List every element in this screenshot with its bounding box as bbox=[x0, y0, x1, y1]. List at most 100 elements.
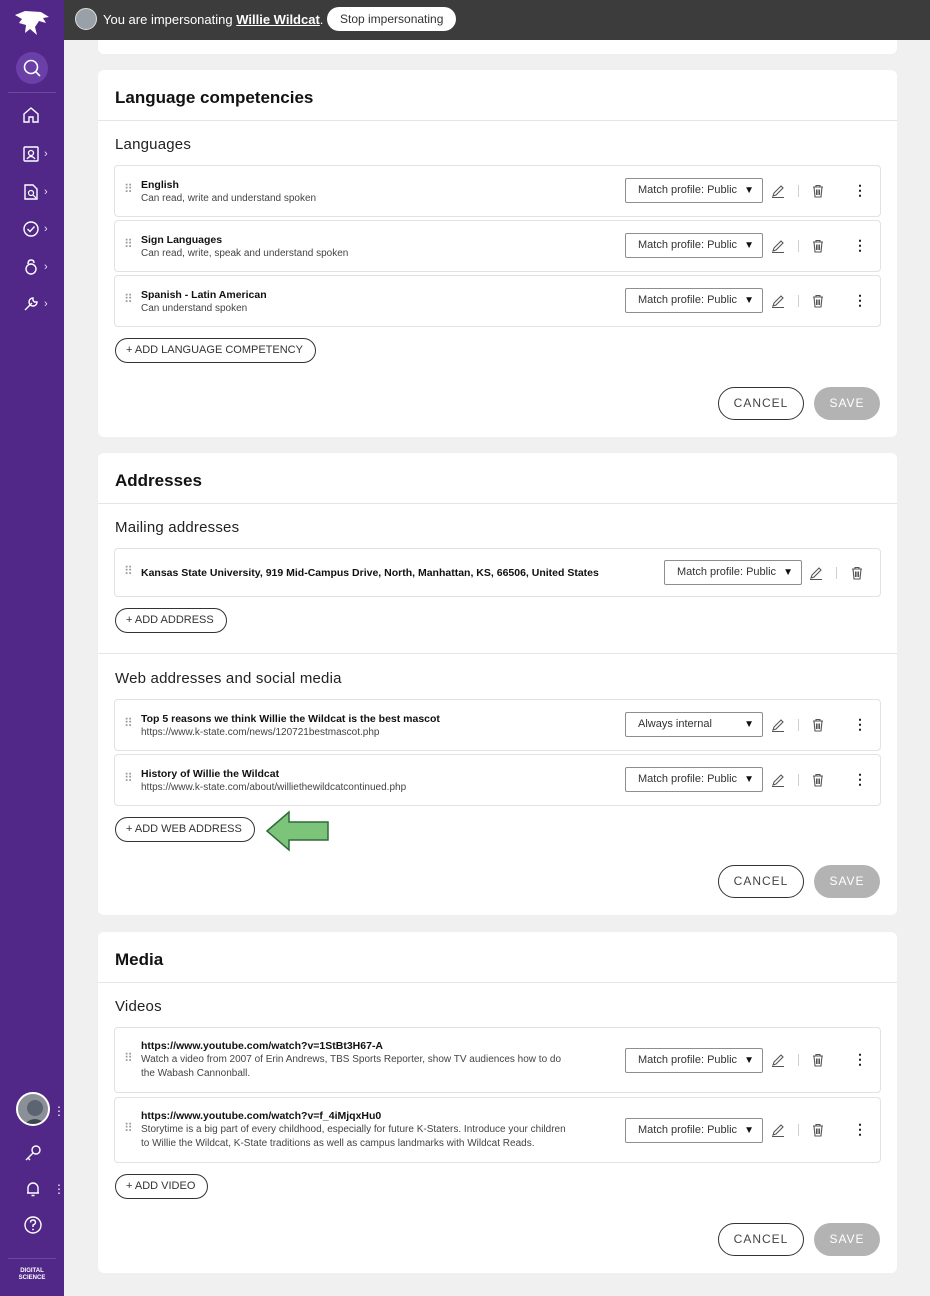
visibility-select[interactable]: Match profile: Public ▼ bbox=[625, 1118, 763, 1143]
visibility-value: Match profile: Public bbox=[638, 773, 738, 785]
edit-icon[interactable] bbox=[809, 566, 823, 580]
impersonation-prefix: You are impersonating bbox=[103, 12, 233, 27]
impersonated-user-link[interactable]: Willie Wildcat bbox=[236, 12, 320, 27]
save-button[interactable]: SAVE bbox=[814, 865, 880, 898]
edit-icon[interactable] bbox=[771, 1123, 785, 1137]
chevron-right-icon: › bbox=[44, 223, 48, 235]
delete-icon[interactable] bbox=[811, 1123, 825, 1137]
key-icon bbox=[25, 1145, 41, 1161]
edit-icon[interactable] bbox=[771, 294, 785, 308]
chevron-down-icon: ▼ bbox=[744, 774, 754, 785]
sidebar-item-reports[interactable]: › bbox=[22, 181, 58, 203]
visibility-value: Match profile: Public bbox=[638, 1124, 738, 1136]
drag-handle-icon[interactable]: ⠿ bbox=[124, 717, 133, 729]
drag-handle-icon[interactable]: ⠿ bbox=[124, 772, 133, 784]
add-web-address-button[interactable]: + ADD WEB ADDRESS bbox=[115, 817, 255, 842]
add-address-button[interactable]: + ADD ADDRESS bbox=[115, 608, 227, 633]
delete-icon[interactable] bbox=[811, 184, 825, 198]
sidebar-item-tools[interactable]: › bbox=[22, 293, 58, 315]
save-button[interactable]: SAVE bbox=[814, 1223, 880, 1256]
impersonated-avatar bbox=[75, 8, 97, 30]
cancel-button[interactable]: CANCEL bbox=[718, 865, 804, 898]
video-description-line2: to Willie the Wildcat, K-State tradition… bbox=[141, 1138, 535, 1149]
notifications-button[interactable] bbox=[22, 1178, 44, 1200]
separator bbox=[836, 567, 837, 579]
visibility-select[interactable]: Match profile: Public ▼ bbox=[625, 178, 763, 203]
list-item: ⠿ Spanish - Latin American Can understan… bbox=[114, 275, 881, 327]
drag-handle-icon[interactable]: ⠿ bbox=[124, 1122, 133, 1134]
delete-icon[interactable] bbox=[811, 773, 825, 787]
edit-icon[interactable] bbox=[771, 773, 785, 787]
delete-icon[interactable] bbox=[811, 718, 825, 732]
edit-icon[interactable] bbox=[771, 184, 785, 198]
more-options-icon[interactable]: ⋮ bbox=[853, 1121, 867, 1138]
visibility-select[interactable]: Always internal ▼ bbox=[625, 712, 763, 737]
visibility-value: Match profile: Public bbox=[638, 239, 738, 251]
more-options-icon[interactable]: ⋮ bbox=[853, 182, 867, 199]
sidebar-divider bbox=[8, 1258, 56, 1259]
visibility-value: Match profile: Public bbox=[677, 566, 777, 578]
impersonation-suffix: . bbox=[319, 12, 324, 27]
divider bbox=[98, 503, 897, 504]
card-title: Addresses bbox=[115, 471, 202, 490]
separator bbox=[798, 1124, 799, 1136]
more-options-icon[interactable]: ⋮ bbox=[853, 1051, 867, 1068]
visibility-select[interactable]: Match profile: Public ▼ bbox=[625, 1048, 763, 1073]
video-description-line1: Storytime is a big part of every childho… bbox=[141, 1124, 566, 1135]
more-options-icon[interactable]: ⋮ bbox=[853, 237, 867, 254]
delete-icon[interactable] bbox=[811, 239, 825, 253]
plus-icon: + bbox=[126, 1180, 135, 1192]
drag-handle-icon[interactable]: ⠿ bbox=[124, 293, 133, 305]
visibility-select[interactable]: Match profile: Public ▼ bbox=[664, 560, 802, 585]
delete-icon[interactable] bbox=[811, 294, 825, 308]
list-item: ⠿ Sign Languages Can read, write, speak … bbox=[114, 220, 881, 272]
list-item: ⠿ https://www.youtube.com/watch?v=f_4iMj… bbox=[114, 1097, 881, 1163]
user-avatar[interactable] bbox=[16, 1092, 50, 1126]
more-options-icon[interactable]: ⋮ bbox=[853, 292, 867, 309]
visibility-select[interactable]: Match profile: Public ▼ bbox=[625, 767, 763, 792]
visibility-select[interactable]: Match profile: Public ▼ bbox=[625, 288, 763, 313]
cancel-button[interactable]: CANCEL bbox=[718, 1223, 804, 1256]
add-language-button[interactable]: + ADD LANGUAGE COMPETENCY bbox=[115, 338, 316, 363]
edit-icon[interactable] bbox=[771, 239, 785, 253]
avatar-more-icon[interactable]: ⋮ bbox=[53, 1104, 65, 1118]
sidebar-item-home[interactable] bbox=[22, 104, 58, 126]
chevron-down-icon: ▼ bbox=[744, 240, 754, 251]
chevron-down-icon: ▼ bbox=[783, 567, 793, 578]
help-button[interactable] bbox=[22, 1214, 44, 1236]
visibility-value: Match profile: Public bbox=[638, 184, 738, 196]
more-options-icon[interactable]: ⋮ bbox=[853, 771, 867, 788]
item-detail: Can understand spoken bbox=[141, 303, 248, 314]
cancel-button[interactable]: CANCEL bbox=[718, 387, 804, 420]
search-button[interactable] bbox=[16, 52, 48, 84]
drag-handle-icon[interactable]: ⠿ bbox=[124, 238, 133, 250]
divider bbox=[98, 120, 897, 121]
list-item: ⠿ Kansas State University, 919 Mid-Campu… bbox=[114, 548, 881, 597]
item-detail: Can read, write and understand spoken bbox=[141, 193, 317, 204]
notifications-more-icon[interactable]: ⋮ bbox=[53, 1182, 65, 1196]
drag-handle-icon[interactable]: ⠿ bbox=[124, 1052, 133, 1064]
drag-handle-icon[interactable]: ⠿ bbox=[124, 565, 133, 577]
save-button[interactable]: SAVE bbox=[814, 387, 880, 420]
chevron-down-icon: ▼ bbox=[744, 719, 754, 730]
more-options-icon[interactable]: ⋮ bbox=[853, 716, 867, 733]
delete-icon[interactable] bbox=[811, 1053, 825, 1067]
sidebar-item-profile[interactable]: › bbox=[22, 143, 58, 165]
delete-icon[interactable] bbox=[850, 566, 864, 580]
previous-card-bottom bbox=[98, 40, 897, 54]
bell-icon bbox=[27, 1182, 39, 1197]
add-video-button[interactable]: + ADD VIDEO bbox=[115, 1174, 209, 1199]
visibility-select[interactable]: Match profile: Public ▼ bbox=[625, 233, 763, 258]
stop-impersonating-button[interactable]: Stop impersonating bbox=[327, 7, 457, 31]
sidebar-item-verification[interactable]: › bbox=[22, 218, 58, 240]
key-button[interactable] bbox=[22, 1142, 44, 1164]
verified-icon bbox=[23, 221, 39, 237]
item-url: https://www.k-state.com/news/120721bestm… bbox=[141, 727, 380, 738]
separator bbox=[798, 240, 799, 252]
drag-handle-icon[interactable]: ⠿ bbox=[124, 183, 133, 195]
wildcat-logo-icon[interactable] bbox=[13, 9, 51, 37]
sidebar-item-access[interactable]: › bbox=[22, 256, 58, 278]
edit-icon[interactable] bbox=[771, 718, 785, 732]
section-subtitle: Videos bbox=[115, 998, 162, 1015]
edit-icon[interactable] bbox=[771, 1053, 785, 1067]
